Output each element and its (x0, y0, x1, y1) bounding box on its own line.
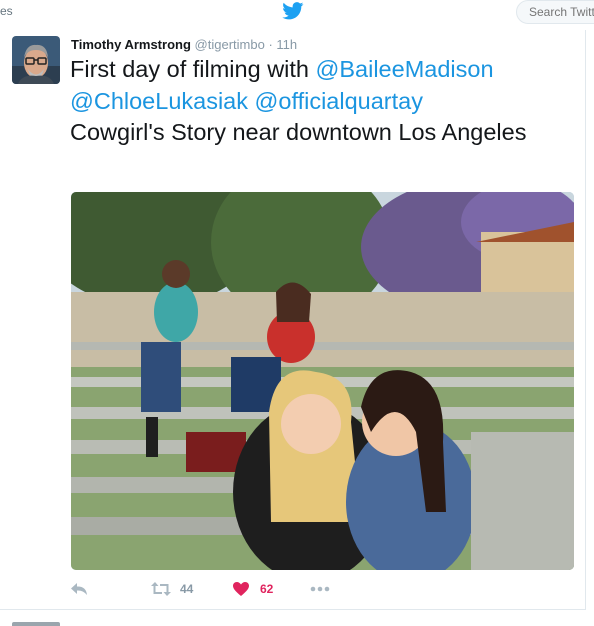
heart-icon (233, 582, 249, 596)
tweet-header: Timothy Armstrong @tigertimbo · 11h (71, 37, 297, 52)
tweet-card[interactable]: Timothy Armstrong @tigertimbo · 11h Firs… (0, 30, 586, 610)
author-name[interactable]: Timothy Armstrong (71, 37, 191, 52)
like-count: 62 (260, 582, 274, 596)
tweet-timestamp[interactable]: 11h (276, 37, 297, 52)
tweet-text: First day of filming with @BaileeMadison… (70, 54, 570, 149)
tweet-photo[interactable] (71, 192, 574, 570)
retweet-count: 44 (180, 582, 194, 596)
mention-link-quartay[interactable]: @officialquartay (255, 88, 423, 114)
reply-button[interactable] (70, 578, 88, 600)
tweet-text-rest: Cowgirl's Story near downtown Los Angele… (70, 119, 527, 145)
reply-icon (71, 583, 87, 595)
search-box[interactable] (516, 0, 594, 24)
more-icon (310, 586, 330, 592)
retweet-button[interactable]: 44 (150, 578, 193, 600)
top-navigation-bar: es (0, 0, 594, 28)
author-handle[interactable]: @tigertimbo (195, 37, 265, 52)
mention-link-chloe[interactable]: @ChloeLukasiak (70, 88, 248, 114)
search-input[interactable] (529, 5, 594, 19)
twitter-bird-icon[interactable] (282, 2, 304, 20)
more-button[interactable] (310, 578, 330, 600)
next-tweet-avatar[interactable] (12, 622, 60, 626)
mention-link-bailee[interactable]: @BaileeMadison (316, 56, 494, 82)
nav-link-fragment[interactable]: es (0, 4, 13, 18)
avatar[interactable] (12, 36, 60, 84)
tweet-actions: 44 62 (70, 578, 490, 602)
tweet-text-intro: First day of filming with (70, 56, 316, 82)
dot-separator: · (268, 37, 273, 52)
like-button[interactable]: 62 (232, 578, 273, 600)
retweet-icon (151, 582, 171, 596)
